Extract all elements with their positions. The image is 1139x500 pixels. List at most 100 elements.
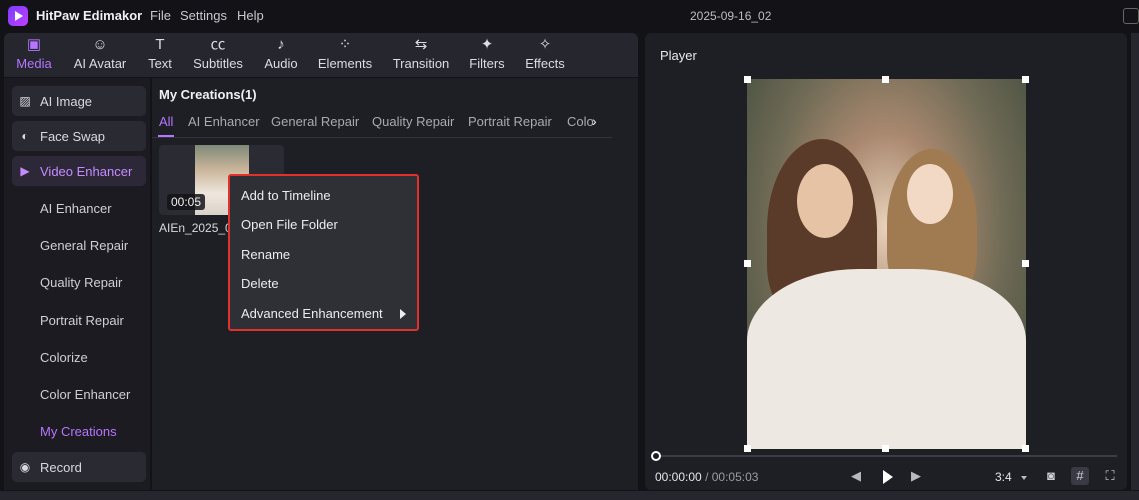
resize-handle[interactable] <box>744 76 751 83</box>
sidebar-item-ai-image[interactable]: ▨ AI Image <box>12 86 146 116</box>
media-icon: ▣ <box>26 36 42 53</box>
time-separator: / <box>705 470 709 484</box>
context-menu: Add to Timeline Open File Folder Rename … <box>228 174 419 331</box>
previous-frame-icon[interactable]: ◀ <box>851 468 861 484</box>
sidebar-item-label: Face Swap <box>40 129 106 144</box>
resize-handle[interactable] <box>882 76 889 83</box>
aspect-ratio-select[interactable]: 3:4 <box>995 470 1012 484</box>
filters-icon: ✦ <box>480 36 494 53</box>
video-enhancer-icon: ▶ <box>20 164 30 178</box>
grid-icon[interactable]: # <box>1071 467 1089 485</box>
menu-file[interactable]: File <box>150 8 171 23</box>
chevron-down-icon[interactable] <box>1021 476 1027 480</box>
tab-general-repair[interactable]: General Repair <box>271 114 359 129</box>
tool-label: Audio <box>264 56 298 71</box>
ai-image-icon: ▨ <box>19 94 31 108</box>
play-icon[interactable] <box>883 470 893 484</box>
app-name: HitPaw Edimakor <box>36 8 143 23</box>
ai-avatar-icon: ☺ <box>92 36 108 53</box>
tool-text[interactable]: T Text <box>144 35 176 75</box>
audio-icon: ♪ <box>277 36 285 53</box>
sidebar-subitem-portrait-repair[interactable]: Portrait Repair <box>40 313 124 328</box>
resize-handle[interactable] <box>744 445 751 452</box>
player-title: Player <box>660 48 697 63</box>
menu-item-rename[interactable]: Rename <box>241 247 290 262</box>
transition-icon: ⇆ <box>414 36 428 53</box>
clip-name: AIEn_2025_0 <box>159 221 232 235</box>
sidebar-item-label: Record <box>40 460 82 475</box>
tab-portrait-repair[interactable]: Portrait Repair <box>468 114 552 129</box>
record-icon: ◉ <box>19 460 31 474</box>
playhead-knob[interactable] <box>651 451 661 461</box>
tool-label: Text <box>148 56 172 71</box>
menu-item-open-file-folder[interactable]: Open File Folder <box>241 217 338 232</box>
tab-all[interactable]: All <box>159 114 173 129</box>
sidebar-subitem-ai-enhancer[interactable]: AI Enhancer <box>40 201 112 216</box>
sidebar-subitem-general-repair[interactable]: General Repair <box>40 238 128 253</box>
tab-ai-enhancer[interactable]: AI Enhancer <box>188 114 260 129</box>
preview-body <box>747 269 1026 449</box>
resize-handle[interactable] <box>882 445 889 452</box>
main-toolbar: ▣ Media ☺ AI Avatar T Text ㏄ Subtitles ♪… <box>4 33 638 77</box>
panel-title: My Creations(1) <box>159 87 257 102</box>
tool-audio[interactable]: ♪ Audio <box>260 35 302 75</box>
sidebar-subitem-colorize[interactable]: Colorize <box>40 350 88 365</box>
fullscreen-icon[interactable]: ⛶ <box>1101 467 1119 485</box>
text-icon: T <box>155 36 165 53</box>
tool-label: Media <box>16 56 52 71</box>
preview-face <box>797 164 853 238</box>
current-time: 00:00:00 <box>655 470 702 484</box>
next-frame-icon[interactable]: ▶ <box>911 468 921 484</box>
tool-label: AI Avatar <box>73 56 127 71</box>
video-preview[interactable] <box>747 79 1026 449</box>
time-readout: 00:00:00 / 00:05:03 <box>655 470 758 484</box>
project-title: 2025-09-16_02 <box>690 9 772 23</box>
menu-settings[interactable]: Settings <box>180 8 227 23</box>
sidebar-item-record[interactable]: ◉ Record <box>12 452 146 482</box>
subtitles-icon: ㏄ <box>210 36 226 53</box>
tool-label: Filters <box>469 56 505 71</box>
tab-quality-repair[interactable]: Quality Repair <box>372 114 454 129</box>
tool-ai-avatar[interactable]: ☺ AI Avatar <box>70 35 130 75</box>
sidebar-item-video-enhancer[interactable]: ▶ Video Enhancer <box>12 156 146 186</box>
right-panel-edge <box>1131 33 1139 490</box>
tool-filters[interactable]: ✦ Filters <box>466 35 508 75</box>
filter-tabs: All AI Enhancer General Repair Quality R… <box>152 114 612 138</box>
sidebar-subitem-my-creations[interactable]: My Creations <box>40 424 117 439</box>
playback-scrubber[interactable] <box>655 455 1117 457</box>
window-control-button[interactable] <box>1123 8 1139 24</box>
active-tab-indicator <box>158 135 174 137</box>
elements-icon: ⁘ <box>338 36 352 53</box>
tool-label: Transition <box>392 56 450 71</box>
tool-media[interactable]: ▣ Media <box>13 35 55 75</box>
chevron-right-icon[interactable]: › <box>592 113 604 129</box>
media-panel: My Creations(1) All AI Enhancer General … <box>152 78 638 490</box>
effects-icon: ✧ <box>538 36 552 53</box>
tool-effects[interactable]: ✧ Effects <box>522 35 568 75</box>
resize-handle[interactable] <box>1022 445 1029 452</box>
tool-elements[interactable]: ⁘ Elements <box>316 35 374 75</box>
menu-item-delete[interactable]: Delete <box>241 276 279 291</box>
title-bar: HitPaw Edimakor File Settings Help 2025-… <box>0 0 1139 32</box>
preview-face <box>907 164 953 224</box>
menu-item-advanced-enhancement[interactable]: Advanced Enhancement <box>241 306 383 321</box>
player-panel: Player 00:00:00 / 00:05:03 ◀ ▶ 3:4 ◙ # ⛶ <box>645 33 1127 490</box>
menu-help[interactable]: Help <box>237 8 264 23</box>
sidebar-item-face-swap[interactable]: ◐ Face Swap <box>12 121 146 151</box>
tool-subtitles[interactable]: ㏄ Subtitles <box>190 35 246 75</box>
tab-colorize[interactable]: Colo <box>567 114 594 129</box>
menu-item-add-to-timeline[interactable]: Add to Timeline <box>241 188 331 203</box>
resize-handle[interactable] <box>1022 260 1029 267</box>
camera-icon[interactable]: ◙ <box>1042 467 1060 485</box>
resize-handle[interactable] <box>1022 76 1029 83</box>
app-logo-icon <box>8 6 28 26</box>
sidebar-item-label: AI Image <box>40 94 93 109</box>
sidebar: ▨ AI Image ◐ Face Swap ▶ Video Enhancer … <box>4 78 150 490</box>
resize-handle[interactable] <box>744 260 751 267</box>
sidebar-subitem-quality-repair[interactable]: Quality Repair <box>40 275 122 290</box>
tool-transition[interactable]: ⇆ Transition <box>390 35 452 75</box>
clip-duration: 00:05 <box>167 194 206 210</box>
sidebar-subitem-color-enhancer[interactable]: Color Enhancer <box>40 387 130 402</box>
tool-label: Subtitles <box>193 56 243 71</box>
face-swap-icon: ◐ <box>21 129 29 143</box>
